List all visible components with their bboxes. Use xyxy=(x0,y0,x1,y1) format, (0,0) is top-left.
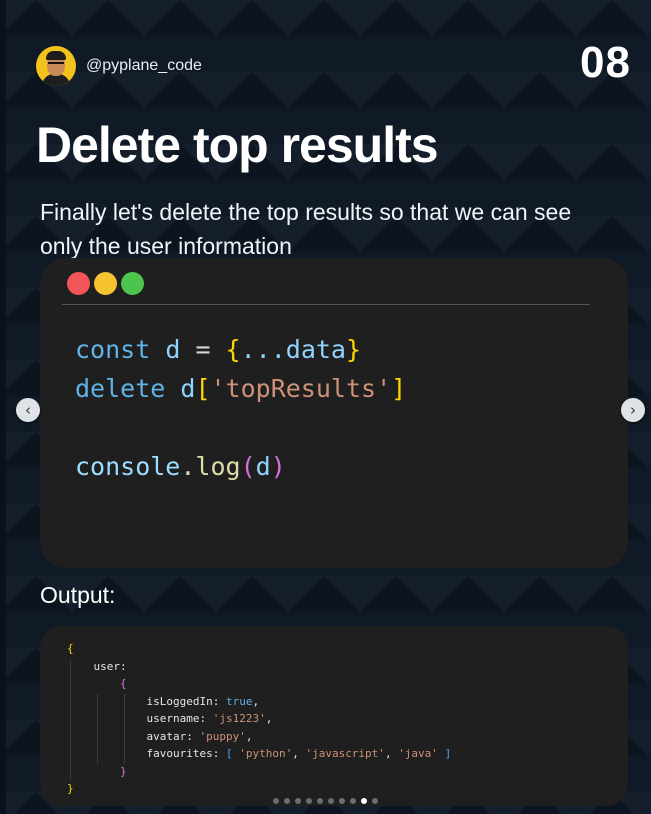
window-controls xyxy=(67,272,148,295)
close-dot-icon xyxy=(67,272,90,295)
post-header: @pyplane_code xyxy=(36,44,202,88)
author-handle[interactable]: @pyplane_code xyxy=(86,57,202,75)
chevron-left-icon[interactable]: ‹ xyxy=(16,398,40,422)
pager-dot[interactable] xyxy=(372,798,378,804)
code-window: const d = {...data} delete d['topResults… xyxy=(40,258,628,568)
subtitle: Finally let's delete the top results so … xyxy=(40,199,572,259)
code-line-1: const d = {...data} xyxy=(75,335,362,364)
pager-dot[interactable] xyxy=(273,798,279,804)
divider xyxy=(62,304,590,305)
pager-dot[interactable] xyxy=(284,798,290,804)
output-box: { user: { isLoggedIn: true, username: 'j… xyxy=(40,626,628,806)
chevron-right-icon[interactable]: › xyxy=(621,398,645,422)
pager-dot[interactable] xyxy=(317,798,323,804)
output-label: Output: xyxy=(40,582,116,608)
carousel-pager xyxy=(0,798,651,804)
pager-dot[interactable] xyxy=(350,798,356,804)
slide-number: 08 xyxy=(580,38,631,87)
avatar[interactable] xyxy=(36,46,76,86)
pager-dot[interactable] xyxy=(339,798,345,804)
minimize-dot-icon xyxy=(94,272,117,295)
maximize-dot-icon xyxy=(121,272,144,295)
page-title: Delete top results xyxy=(36,117,439,173)
pager-dot[interactable] xyxy=(295,798,301,804)
output-json: { user: { isLoggedIn: true, username: 'j… xyxy=(67,642,452,795)
code-line-3: console.log(d) xyxy=(75,452,286,481)
code-block: const d = {...data} delete d['topResults… xyxy=(75,330,406,486)
pager-dot[interactable] xyxy=(328,798,334,804)
pager-dot[interactable] xyxy=(306,798,312,804)
code-line-2: delete d['topResults'] xyxy=(75,374,407,403)
left-edge xyxy=(0,0,6,814)
pager-dot-active[interactable] xyxy=(361,798,367,804)
